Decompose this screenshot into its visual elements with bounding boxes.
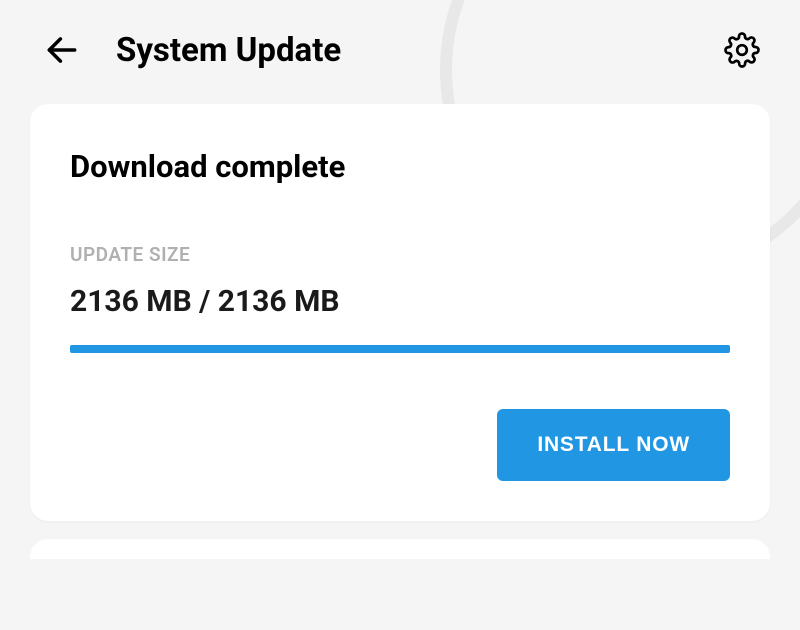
card-heading: Download complete: [70, 148, 730, 185]
next-card-peek: [30, 539, 770, 559]
button-row: INSTALL NOW: [70, 409, 730, 481]
page-title: System Update: [116, 31, 720, 70]
header: System Update: [0, 0, 800, 92]
progress-bar: [70, 345, 730, 353]
gear-icon[interactable]: [720, 28, 764, 72]
back-icon[interactable]: [40, 28, 84, 72]
update-size-label: UPDATE SIZE: [70, 243, 730, 266]
update-card: Download complete UPDATE SIZE 2136 MB / …: [30, 104, 770, 521]
update-size-value: 2136 MB / 2136 MB: [70, 284, 730, 319]
install-button[interactable]: INSTALL NOW: [497, 409, 730, 481]
